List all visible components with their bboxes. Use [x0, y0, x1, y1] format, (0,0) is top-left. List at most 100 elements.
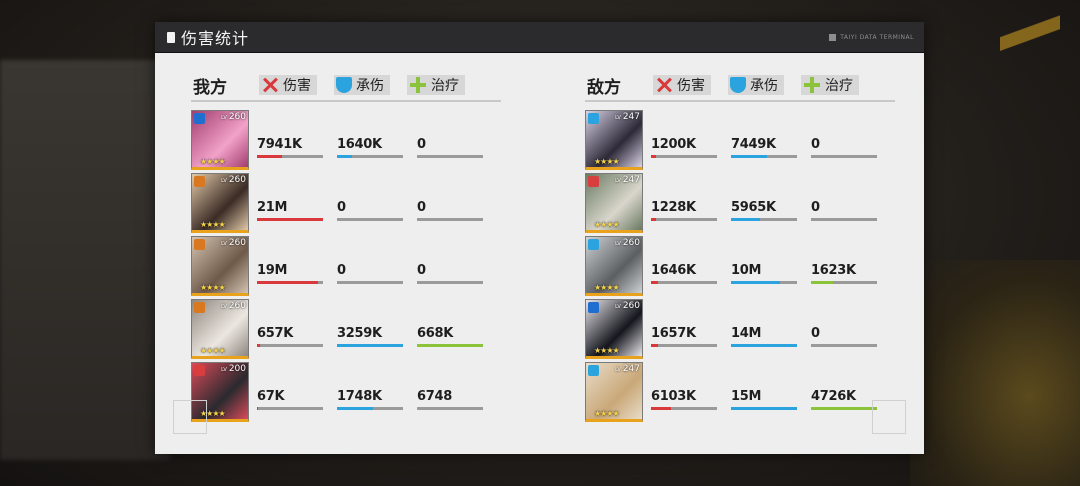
enemy-label: 敌方 [587, 77, 621, 98]
damage-value: 7941K [257, 137, 302, 152]
damage-bar [651, 344, 717, 347]
unit-portrait[interactable]: LV 260 ★★★★ [191, 173, 249, 233]
ally-unit-row: LV 260 ★★★★ 21M 0 0 [191, 173, 501, 234]
taken-stat: 1748K [337, 390, 403, 410]
heal-bar-fill [417, 344, 483, 347]
taken-value: 0 [337, 263, 346, 278]
unit-level: LV 247 [615, 112, 640, 122]
damage-stat: 1657K [651, 327, 717, 347]
damage-bar-fill [257, 344, 260, 347]
footer-left-frame [173, 400, 207, 434]
unit-level-value: 260 [622, 238, 640, 248]
star-rating: ★★★★ [200, 346, 226, 355]
ally-unit-row: LV 260 ★★★★ 19M 0 0 [191, 236, 501, 297]
heal-value: 4726K [811, 389, 856, 404]
damage-stat: 21M [257, 201, 323, 221]
footer-right-frame [872, 400, 906, 434]
damage-bar [257, 218, 323, 221]
heal-stat: 6748 [417, 390, 483, 410]
taken-bar [731, 281, 797, 284]
damage-bar [651, 281, 717, 284]
taken-stat: 1640K [337, 138, 403, 158]
taken-stat: 10M [731, 264, 797, 284]
enemy-unit-row: LV 247 ★★★★ 1228K 5965K 0 [585, 173, 895, 234]
unit-portrait[interactable]: LV 260 ★★★★ [191, 236, 249, 296]
taken-bar-fill [731, 344, 797, 347]
taken-bar [337, 155, 403, 158]
unit-portrait[interactable]: LV 260 ★★★★ [585, 299, 643, 359]
taken-value: 0 [337, 200, 346, 215]
damage-bar [651, 155, 717, 158]
damage-column-header: 伤害 [653, 75, 711, 95]
class-icon [194, 365, 205, 376]
enemy-rows: LV 247 ★★★★ 1200K 7449K 0 LV 247 ★★★★ 12… [585, 110, 895, 423]
damage-value: 6103K [651, 389, 696, 404]
heal-bar [417, 155, 483, 158]
damage-column-header: 伤害 [259, 75, 317, 95]
class-icon [194, 176, 205, 187]
taken-value: 15M [731, 389, 762, 404]
heal-value: 0 [811, 137, 820, 152]
panel-header: 伤害统计 TAIYI DATA TERMINAL [155, 22, 924, 53]
unit-portrait[interactable]: LV 247 ★★★★ [585, 362, 643, 422]
heal-stat: 0 [811, 138, 877, 158]
taken-value: 1640K [337, 137, 382, 152]
heal-icon [803, 76, 821, 94]
heal-value: 668K [417, 326, 454, 341]
damage-bar-fill [257, 281, 318, 284]
background-accent [1000, 0, 1060, 70]
damage-bar [651, 218, 717, 221]
star-rating: ★★★★ [200, 220, 226, 229]
heal-icon [409, 76, 427, 94]
taken-stat: 5965K [731, 201, 797, 221]
heal-bar [417, 281, 483, 284]
unit-portrait[interactable]: LV 260 ★★★★ [585, 236, 643, 296]
unit-level: LV 260 [221, 301, 246, 311]
unit-level: LV 260 [221, 112, 246, 122]
heal-stat: 0 [811, 201, 877, 221]
heal-bar-fill [417, 407, 419, 410]
taken-bar-fill [731, 218, 761, 221]
heal-stat: 0 [417, 138, 483, 158]
damage-bar-fill [257, 218, 323, 221]
unit-level: LV 260 [615, 238, 640, 248]
unit-portrait[interactable]: LV 260 ★★★★ [191, 299, 249, 359]
heal-bar [811, 281, 877, 284]
heal-bar [811, 155, 877, 158]
taken-stat: 15M [731, 390, 797, 410]
damage-stat: 657K [257, 327, 323, 347]
shield-icon [336, 77, 352, 93]
taken-value: 5965K [731, 200, 776, 215]
terminal-text: TAIYI DATA TERMINAL [840, 33, 914, 41]
taken-value: 7449K [731, 137, 776, 152]
taken-value: 10M [731, 263, 762, 278]
damage-bar-fill [651, 155, 656, 158]
heal-bar [417, 407, 483, 410]
taken-column-label: 承伤 [356, 78, 384, 94]
unit-portrait[interactable]: LV 260 ★★★★ [191, 110, 249, 170]
taken-column-header: 承伤 [728, 75, 784, 95]
unit-level-value: 247 [622, 364, 640, 374]
damage-icon [261, 77, 279, 93]
heal-stat: 0 [417, 201, 483, 221]
document-icon [167, 31, 175, 43]
heal-value: 0 [417, 137, 426, 152]
taken-bar [731, 407, 797, 410]
heal-value: 0 [811, 326, 820, 341]
unit-portrait[interactable]: LV 247 ★★★★ [585, 173, 643, 233]
star-rating: ★★★★ [594, 283, 620, 292]
damage-stat: 1200K [651, 138, 717, 158]
taken-bar-fill [337, 344, 403, 347]
damage-bar-fill [651, 281, 658, 284]
damage-icon [655, 77, 673, 93]
damage-value: 1200K [651, 137, 696, 152]
damage-bar [257, 155, 323, 158]
enemy-unit-row: LV 260 ★★★★ 1646K 10M 1623K [585, 236, 895, 297]
unit-level-value: 260 [228, 175, 246, 185]
star-rating: ★★★★ [594, 157, 620, 166]
unit-portrait[interactable]: LV 247 ★★★★ [585, 110, 643, 170]
taken-stat: 3259K [337, 327, 403, 347]
heal-stat: 1623K [811, 264, 877, 284]
class-icon [588, 239, 599, 250]
damage-stats-panel: 伤害统计 TAIYI DATA TERMINAL 我方 伤害 承伤 治疗 LV … [155, 22, 924, 454]
